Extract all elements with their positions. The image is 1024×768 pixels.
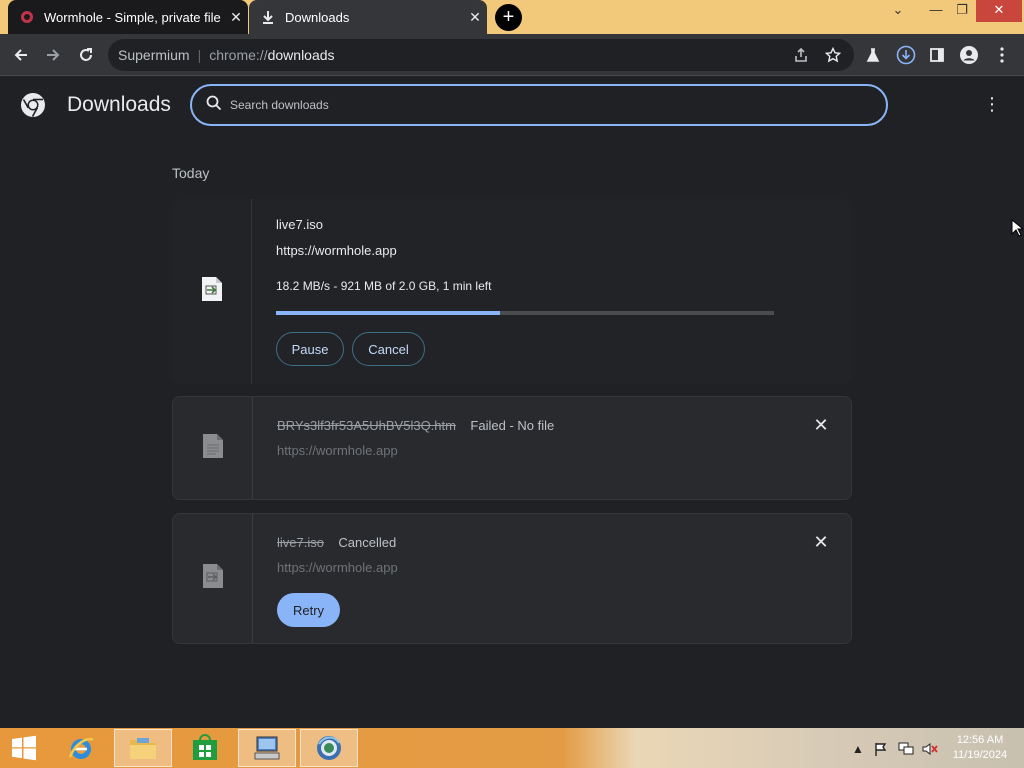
browser-toolbar: Supermium | chrome:// downloads bbox=[0, 34, 1024, 76]
close-window-button[interactable]: ✕ bbox=[976, 0, 1022, 22]
labs-flask-icon[interactable] bbox=[860, 42, 886, 68]
status-text: Failed - No file bbox=[470, 418, 555, 433]
side-panel-icon[interactable] bbox=[924, 42, 950, 68]
new-tab-button[interactable]: + bbox=[495, 4, 522, 31]
back-arrow-icon bbox=[14, 49, 27, 61]
taskbar-clock[interactable]: 12:56 AM 11/19/2024 bbox=[944, 733, 1016, 763]
pause-button[interactable]: Pause bbox=[276, 332, 344, 366]
wormhole-icon bbox=[20, 10, 34, 24]
action-center-flag-icon[interactable] bbox=[873, 742, 889, 756]
omnibox-separator: | bbox=[197, 47, 202, 63]
clock-time: 12:56 AM bbox=[956, 734, 1004, 746]
browser-menu-icon[interactable] bbox=[989, 42, 1015, 68]
address-bar[interactable]: Supermium | chrome:// downloads bbox=[108, 39, 854, 71]
remove-from-list-icon[interactable]: ✕ bbox=[811, 532, 831, 552]
source-url-link[interactable]: https://wormhole.app bbox=[276, 243, 397, 258]
tab-downloads[interactable]: Downloads ✕ bbox=[249, 0, 487, 34]
store-icon[interactable] bbox=[176, 729, 234, 767]
computer-icon[interactable] bbox=[238, 729, 296, 767]
volume-muted-icon[interactable] bbox=[922, 742, 938, 756]
status-text: Cancelled bbox=[338, 535, 397, 550]
tab-title: Downloads bbox=[285, 9, 350, 25]
mouse-cursor-icon bbox=[1011, 218, 1024, 242]
forward-arrow-icon bbox=[47, 49, 60, 61]
download-icon bbox=[261, 10, 275, 24]
file-name: live7.iso bbox=[277, 535, 324, 550]
section-date-heading: Today bbox=[172, 165, 210, 181]
start-icon[interactable] bbox=[0, 729, 48, 767]
show-hidden-icons-icon[interactable]: ▲ bbox=[850, 742, 866, 756]
site-chip: Supermium bbox=[118, 47, 190, 63]
download-item: BRYs3lf3fr53A5UhBV5l3Q.htm Failed - No f… bbox=[172, 396, 852, 500]
file-name: BRYs3lf3fr53A5UhBV5l3Q.htm bbox=[277, 418, 456, 433]
source-url-link[interactable]: https://wormhole.app bbox=[277, 560, 398, 575]
progress-status: 18.2 MB/s - 921 MB of 2.0 GB, 1 min left bbox=[276, 279, 492, 293]
file-icon bbox=[202, 563, 224, 594]
tab-close-icon[interactable]: ✕ bbox=[224, 9, 248, 26]
bookmark-star-icon[interactable] bbox=[820, 42, 846, 68]
clock-date: 11/19/2024 bbox=[952, 749, 1008, 761]
source-url-link[interactable]: https://wormhole.app bbox=[277, 443, 398, 458]
search-box[interactable] bbox=[190, 84, 888, 126]
remove-from-list-icon[interactable]: ✕ bbox=[811, 415, 831, 435]
document-file-icon bbox=[202, 433, 224, 464]
windows-taskbar bbox=[0, 728, 1024, 768]
file-icon-column bbox=[173, 514, 253, 643]
browser-icon[interactable] bbox=[300, 729, 358, 767]
more-actions-icon[interactable]: ⋮ bbox=[982, 94, 1002, 118]
file-icon bbox=[201, 276, 223, 307]
progress-bar bbox=[276, 311, 774, 315]
file-icon-column bbox=[172, 199, 252, 384]
tab-search-icon[interactable]: ⌄ bbox=[882, 0, 914, 22]
retry-button[interactable]: Retry bbox=[277, 593, 340, 627]
reload-icon bbox=[80, 48, 92, 61]
forward-button[interactable] bbox=[40, 42, 66, 68]
tab-wormhole[interactable]: Wormhole - Simple, private file s ✕ bbox=[8, 0, 248, 34]
downloads-header: Downloads ⋮ bbox=[0, 77, 1024, 133]
title-bar: Wormhole - Simple, private file s ✕ Down… bbox=[0, 0, 1024, 34]
reload-button[interactable] bbox=[73, 42, 99, 68]
file-name-link[interactable]: live7.iso bbox=[276, 217, 323, 232]
file-icon-column bbox=[173, 397, 253, 499]
progress-bar-fill bbox=[276, 311, 501, 315]
chrome-logo-icon bbox=[20, 92, 46, 118]
url-host: downloads bbox=[267, 47, 335, 63]
restore-button[interactable]: ❐ bbox=[946, 0, 978, 22]
search-icon bbox=[206, 95, 222, 116]
download-item: live7.iso Cancelled https://wormhole.app… bbox=[172, 513, 852, 644]
url-scheme: chrome:// bbox=[209, 47, 268, 63]
tab-close-icon[interactable]: ✕ bbox=[463, 9, 487, 26]
back-button[interactable] bbox=[8, 42, 34, 68]
file-explorer-icon[interactable] bbox=[114, 729, 172, 767]
profile-avatar-icon[interactable] bbox=[956, 42, 982, 68]
downloads-toolbar-icon[interactable] bbox=[893, 42, 919, 68]
cancel-button[interactable]: Cancel bbox=[352, 332, 425, 366]
search-input[interactable] bbox=[230, 98, 830, 112]
network-icon[interactable] bbox=[898, 742, 914, 756]
download-item: live7.iso https://wormhole.app 18.2 MB/s… bbox=[172, 199, 852, 384]
tab-title: Wormhole - Simple, private file s bbox=[44, 9, 224, 25]
share-icon[interactable] bbox=[788, 42, 814, 68]
internet-explorer-icon[interactable] bbox=[52, 729, 110, 767]
page-title: Downloads bbox=[67, 93, 171, 116]
